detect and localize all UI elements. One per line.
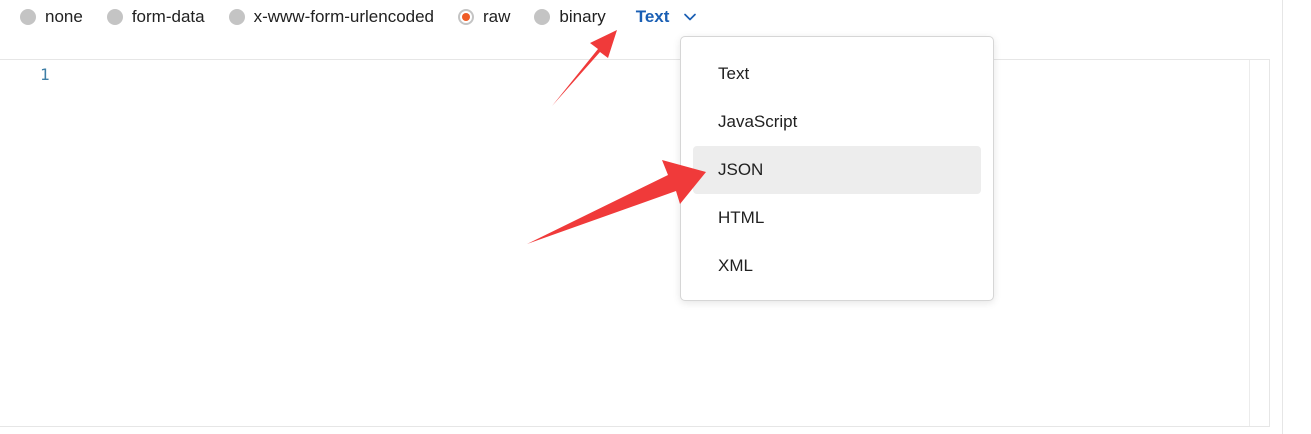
body-code-editor[interactable]: 1 <box>0 59 1270 427</box>
radio-button-icon[interactable] <box>106 9 123 25</box>
line-number: 1 <box>40 65 50 84</box>
menu-item-json[interactable]: JSON <box>693 146 981 194</box>
menu-item-javascript[interactable]: JavaScript <box>693 98 981 146</box>
menu-item-html[interactable]: HTML <box>693 194 981 242</box>
radio-form-data[interactable]: form-data <box>106 7 205 27</box>
radio-x-www-form-urlencoded[interactable]: x-www-form-urlencoded <box>228 7 435 27</box>
radio-none[interactable]: none <box>20 7 83 27</box>
menu-item-text[interactable]: Text <box>693 50 981 98</box>
radio-button-icon[interactable] <box>228 9 245 25</box>
body-type-radio-group: none form-data x-www-form-urlencoded raw… <box>20 4 697 30</box>
radio-label: binary <box>559 7 606 26</box>
radio-raw[interactable]: raw <box>458 7 510 27</box>
chevron-down-icon <box>684 13 697 21</box>
raw-format-value: Text <box>635 7 670 26</box>
radio-label: none <box>45 7 83 26</box>
request-body-panel: none form-data x-www-form-urlencoded raw… <box>0 0 1311 434</box>
radio-binary[interactable]: binary <box>534 7 606 27</box>
editor-scrollbar[interactable] <box>1249 60 1269 426</box>
radio-label: x-www-form-urlencoded <box>253 7 435 26</box>
raw-format-select[interactable]: Text <box>636 7 698 27</box>
radio-button-icon[interactable] <box>20 9 36 25</box>
raw-format-dropdown-menu: Text JavaScript JSON HTML XML <box>680 36 994 301</box>
radio-label: raw <box>483 7 511 26</box>
radio-button-icon[interactable] <box>534 9 551 25</box>
radio-button-selected-icon[interactable] <box>458 9 475 25</box>
radio-label: form-data <box>131 7 205 26</box>
panel-divider <box>1282 0 1283 434</box>
menu-item-xml[interactable]: XML <box>693 242 981 290</box>
